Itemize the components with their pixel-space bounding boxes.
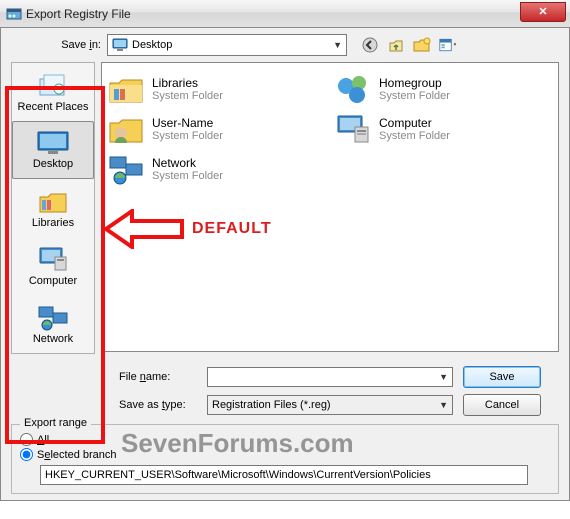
item-network[interactable]: NetworkSystem Folder: [108, 153, 325, 185]
computer-icon: [335, 113, 371, 145]
places-bar: Recent Places Desktop Libraries Computer…: [11, 62, 95, 354]
chevron-down-icon: ▼: [333, 40, 342, 50]
arrow-left-icon: [104, 209, 184, 249]
homegroup-icon: [335, 73, 371, 105]
back-button[interactable]: [361, 36, 379, 54]
item-username[interactable]: User-NameSystem Folder: [108, 113, 325, 145]
cancel-button[interactable]: Cancel: [463, 394, 541, 416]
regedit-icon: [6, 6, 22, 22]
branch-input[interactable]: HKEY_CURRENT_USER\Software\Microsoft\Win…: [40, 465, 528, 485]
place-desktop[interactable]: Desktop: [12, 121, 94, 179]
window-title: Export Registry File: [26, 7, 131, 21]
item-libraries[interactable]: LibrariesSystem Folder: [108, 73, 325, 105]
save-in-label: Save in:: [49, 39, 107, 51]
chevron-down-icon: ▼: [439, 372, 448, 382]
network-icon: [37, 303, 69, 331]
desktop-icon: [112, 37, 128, 53]
export-range-legend: Export range: [20, 417, 91, 429]
up-one-level-button[interactable]: [387, 36, 405, 54]
save-in-combo[interactable]: Desktop ▼: [107, 34, 347, 56]
radio-all[interactable]: [20, 433, 33, 446]
place-recent[interactable]: Recent Places: [12, 63, 94, 121]
save-in-value: Desktop: [132, 39, 172, 51]
annotation-arrow: DEFAULT: [104, 209, 272, 249]
annotation-label: DEFAULT: [192, 220, 272, 238]
desktop-icon: [36, 130, 70, 156]
file-list[interactable]: LibrariesSystem Folder HomegroupSystem F…: [101, 62, 559, 352]
place-network[interactable]: Network: [12, 295, 94, 353]
export-selected-radio[interactable]: Selected branch: [20, 448, 550, 461]
network-icon: [108, 153, 144, 185]
view-menu-button[interactable]: [439, 36, 457, 54]
computer-icon: [37, 245, 69, 273]
saveastype-combo[interactable]: Registration Files (*.reg) ▼: [207, 395, 453, 415]
dialog-body: SevenForums.com Save in: Desktop ▼ Recen…: [0, 28, 570, 501]
libraries-icon: [108, 73, 144, 105]
chevron-down-icon: ▼: [439, 400, 448, 410]
filename-label: File name:: [119, 371, 197, 383]
item-computer[interactable]: ComputerSystem Folder: [335, 113, 552, 145]
titlebar: Export Registry File ✕: [0, 0, 570, 28]
libraries-icon: [37, 187, 69, 215]
user-folder-icon: [108, 113, 144, 145]
filename-input[interactable]: ▼: [207, 367, 453, 387]
toolbar: [361, 36, 457, 54]
export-range-group: Export range All Selected branch HKEY_CU…: [11, 424, 559, 494]
item-homegroup[interactable]: HomegroupSystem Folder: [335, 73, 552, 105]
save-button[interactable]: Save: [463, 366, 541, 388]
save-in-row: Save in: Desktop ▼: [1, 28, 569, 62]
export-all-radio[interactable]: All: [20, 433, 550, 446]
place-libraries[interactable]: Libraries: [12, 179, 94, 237]
place-computer[interactable]: Computer: [12, 237, 94, 295]
radio-selected[interactable]: [20, 448, 33, 461]
new-folder-button[interactable]: [413, 36, 431, 54]
saveastype-label: Save as type:: [119, 399, 197, 411]
close-button[interactable]: ✕: [520, 2, 566, 22]
recent-places-icon: [37, 71, 69, 99]
